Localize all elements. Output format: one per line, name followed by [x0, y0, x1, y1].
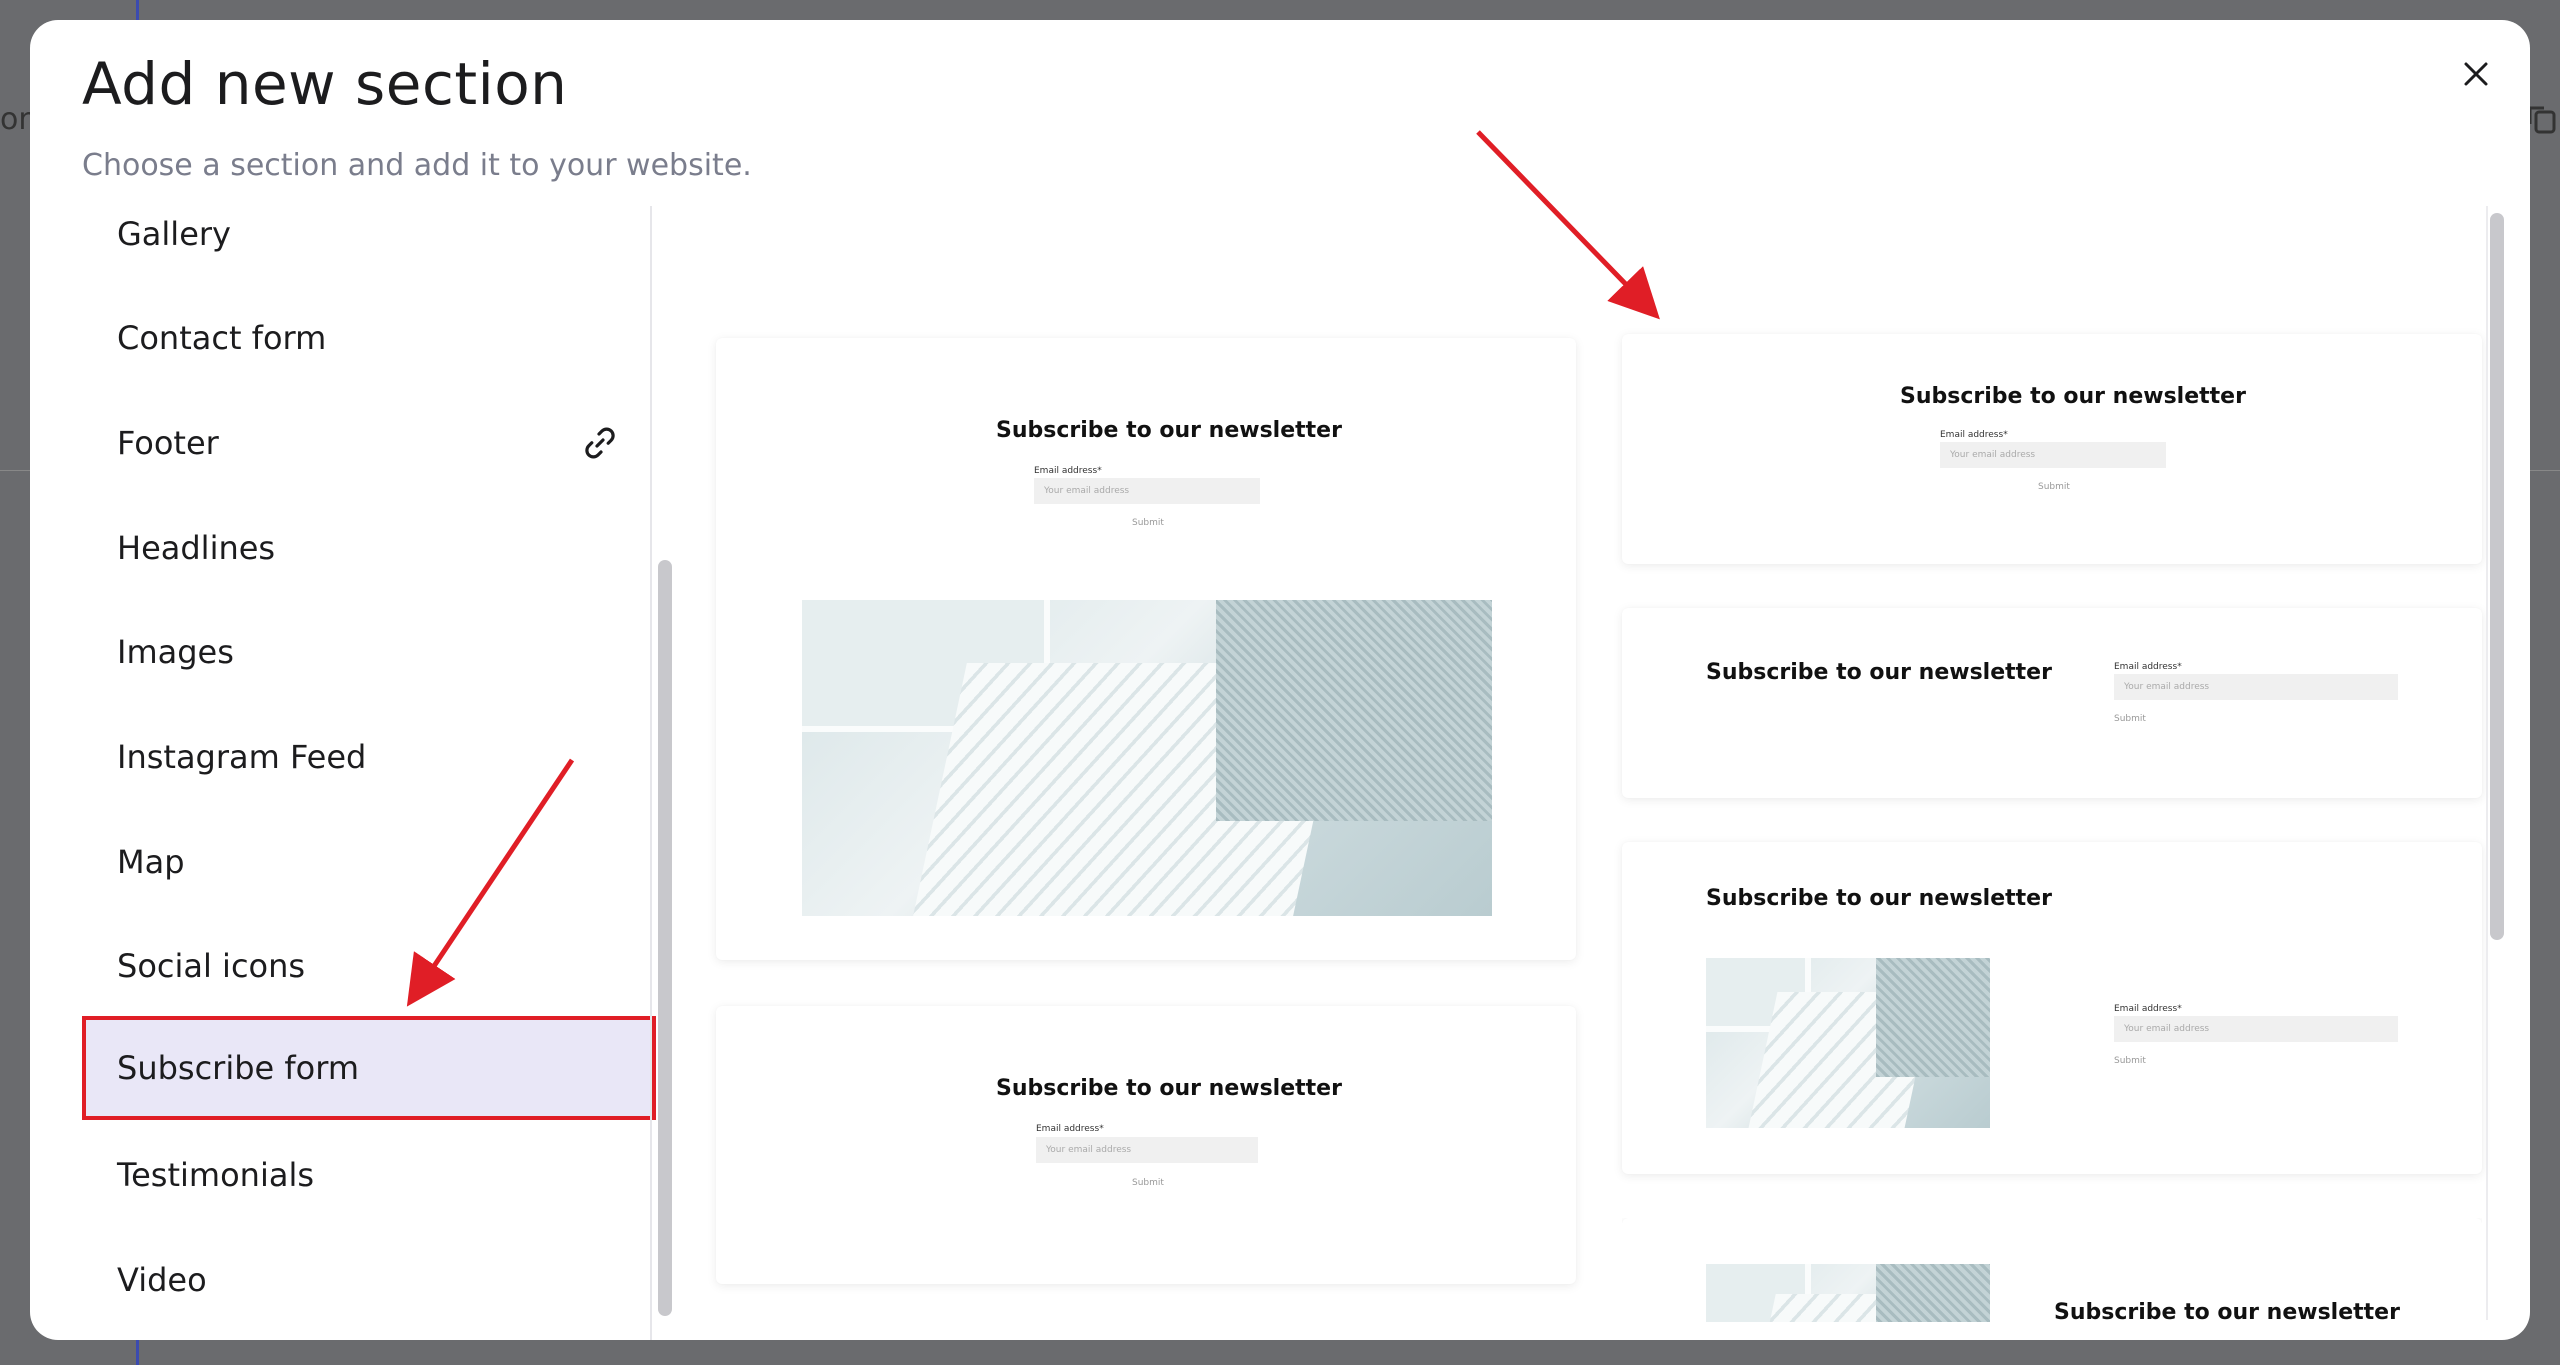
modal-title: Add new section: [82, 50, 568, 118]
email-label: Email address*: [2114, 662, 2182, 672]
close-button[interactable]: [2446, 44, 2506, 104]
sidebar-item-label: Headlines: [117, 529, 276, 567]
submit-label: Submit: [1132, 518, 1164, 528]
background-divider: [2530, 470, 2560, 471]
sidebar-item-contact-form[interactable]: Contact form: [82, 286, 656, 390]
sidebar-item-instagram-feed[interactable]: Instagram Feed: [82, 705, 656, 809]
sidebar-item-label: Video: [117, 1261, 207, 1299]
sidebar-item-footer[interactable]: Footer: [82, 391, 656, 495]
sidebar-item-headlines[interactable]: Headlines: [82, 496, 656, 600]
email-label: Email address*: [1034, 466, 1102, 476]
sidebar-item-testimonials[interactable]: Testimonials: [82, 1123, 656, 1227]
template-card-clip: Subscribe to our newsletter: [1622, 1218, 2482, 1322]
email-label: Email address*: [1940, 430, 2008, 440]
sidebar-item-subscribe-form[interactable]: Subscribe form: [82, 1016, 656, 1120]
sidebar-item-map[interactable]: Map: [82, 810, 656, 914]
content-scroll-track: [2486, 206, 2488, 1320]
email-input-preview: Your email address: [2114, 1016, 2398, 1042]
sidebar-scrollbar[interactable]: [658, 560, 672, 1316]
sidebar-item-label: Images: [117, 633, 234, 671]
template-card[interactable]: Subscribe to our newsletter Email addres…: [1622, 842, 2482, 1174]
email-input-preview: Your email address: [2114, 674, 2398, 700]
sidebar-item-images[interactable]: Images: [82, 600, 656, 704]
template-card[interactable]: Subscribe to our newsletter Email addres…: [1622, 334, 2482, 564]
email-label: Email address*: [1036, 1124, 1104, 1134]
sidebar-item-label: Testimonials: [117, 1156, 314, 1194]
content-scrollbar[interactable]: [2490, 213, 2504, 940]
sidebar-item-video[interactable]: Video: [82, 1228, 656, 1332]
sidebar-item-gallery[interactable]: Gallery: [82, 206, 656, 286]
email-input-preview: Your email address: [1036, 1137, 1258, 1163]
background-divider: [0, 470, 30, 471]
sidebar-item-label: Map: [117, 843, 185, 881]
card-heading: Subscribe to our newsletter: [1900, 384, 2246, 409]
architecture-image: [1706, 958, 1990, 1128]
architecture-image: [802, 600, 1492, 916]
template-card[interactable]: Subscribe to our newsletter Email addres…: [716, 1006, 1576, 1284]
card-heading: Subscribe to our newsletter: [996, 1076, 1342, 1101]
architecture-image: [1706, 1264, 1990, 1322]
submit-label: Submit: [1132, 1178, 1164, 1188]
template-card[interactable]: Subscribe to our newsletter Email addres…: [1622, 608, 2482, 798]
background-accent-line: [136, 1340, 139, 1365]
section-category-list: Gallery Contact form Footer Headlines Im…: [82, 206, 682, 1340]
email-label: Email address*: [2114, 1004, 2182, 1014]
email-input-preview: Your email address: [1034, 478, 1260, 504]
sidebar-item-social-icons[interactable]: Social icons: [82, 914, 656, 1018]
template-card[interactable]: Subscribe to our newsletter Email addres…: [716, 338, 1576, 960]
email-input-preview: Your email address: [1940, 442, 2166, 468]
sidebar-item-label: Gallery: [117, 215, 231, 253]
sidebar-item-label: Instagram Feed: [117, 738, 367, 776]
template-card[interactable]: Subscribe to our newsletter: [1622, 1218, 2482, 1322]
submit-label: Submit: [2038, 482, 2070, 492]
modal-subtitle: Choose a section and add it to your webs…: [82, 148, 752, 183]
submit-label: Submit: [2114, 1056, 2146, 1066]
card-heading: Subscribe to our newsletter: [2054, 1300, 2400, 1322]
sidebar-item-label: Subscribe form: [117, 1049, 359, 1087]
card-heading: Subscribe to our newsletter: [1706, 660, 2052, 685]
background-accent-line: [136, 0, 139, 20]
link-icon: [585, 427, 615, 459]
sidebar-divider: [650, 206, 652, 1340]
submit-label: Submit: [2114, 714, 2146, 724]
sidebar-item-label: Footer: [117, 424, 219, 462]
card-heading: Subscribe to our newsletter: [1706, 886, 2052, 911]
close-icon: [2464, 62, 2488, 86]
card-heading: Subscribe to our newsletter: [996, 418, 1342, 443]
sidebar-item-label: Contact form: [117, 319, 327, 357]
sidebar-item-label: Social icons: [117, 947, 306, 985]
